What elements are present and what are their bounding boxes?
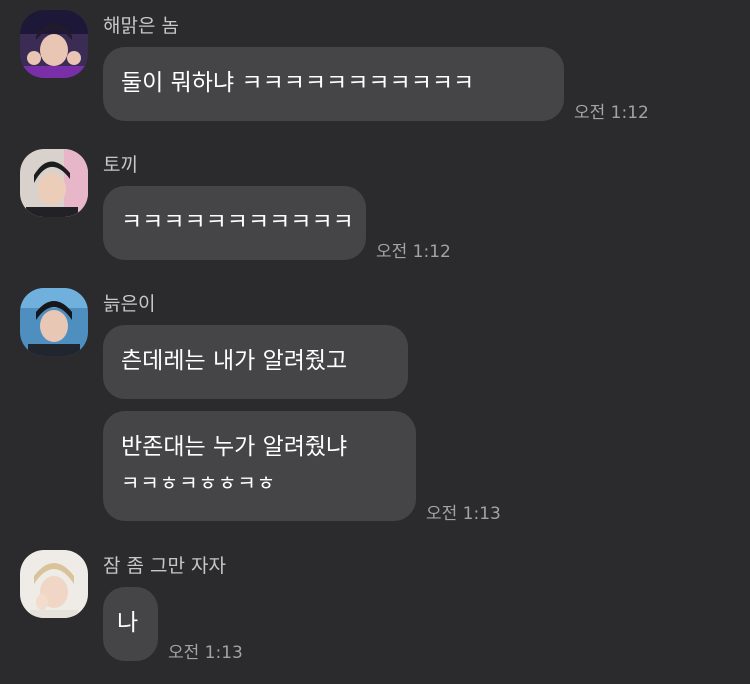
profile-avatar[interactable]	[20, 288, 88, 356]
message-time: 오전 1:12	[574, 103, 649, 123]
message-text: ㅋㅋㅎㅋㅎㅎㅋㅎ	[121, 471, 277, 495]
profile-photo-icon	[20, 288, 88, 356]
message-time: 오전 1:12	[376, 242, 451, 262]
message-time: 오전 1:13	[426, 504, 501, 524]
profile-photo-icon	[20, 550, 88, 618]
sender-name: 토끼	[103, 154, 138, 176]
profile-avatar[interactable]	[20, 149, 88, 217]
sender-name: 늙은이	[103, 293, 156, 315]
message-text: 츤데레는 내가 알려줬고	[121, 348, 348, 374]
message-bubble[interactable]: 둘이 뭐하냐 ㅋㅋㅋㅋㅋㅋㅋㅋㅋㅋㅋ	[103, 47, 564, 121]
sender-name: 해맑은 놈	[103, 15, 179, 37]
message-text: 나	[117, 610, 139, 636]
chat-room: 해맑은 놈 둘이 뭐하냐 ㅋㅋㅋㅋㅋㅋㅋㅋㅋㅋㅋ 오전 1:12 토끼 ㅋㅋㅋㅋ…	[0, 0, 750, 684]
message-time: 오전 1:13	[168, 643, 243, 663]
profile-avatar[interactable]	[20, 10, 88, 78]
profile-photo-icon	[20, 10, 88, 78]
message-bubble[interactable]: ㅋㅋㅋㅋㅋㅋㅋㅋㅋㅋㅋ	[103, 186, 366, 260]
message-text: 둘이 뭐하냐 ㅋㅋㅋㅋㅋㅋㅋㅋㅋㅋㅋ	[121, 70, 475, 96]
message-bubble[interactable]: 나	[103, 587, 158, 661]
message-text: 반존대는 누가 알려줬냐	[121, 434, 348, 460]
message-text: ㅋㅋㅋㅋㅋㅋㅋㅋㅋㅋㅋ	[121, 209, 354, 235]
profile-avatar[interactable]	[20, 550, 88, 618]
message-bubble[interactable]: 츤데레는 내가 알려줬고	[103, 325, 408, 399]
message-bubble[interactable]: 반존대는 누가 알려줬냐 ㅋㅋㅎㅋㅎㅎㅋㅎ	[103, 411, 416, 521]
sender-name: 잠 좀 그만 자자	[103, 555, 226, 577]
profile-photo-icon	[20, 149, 88, 217]
